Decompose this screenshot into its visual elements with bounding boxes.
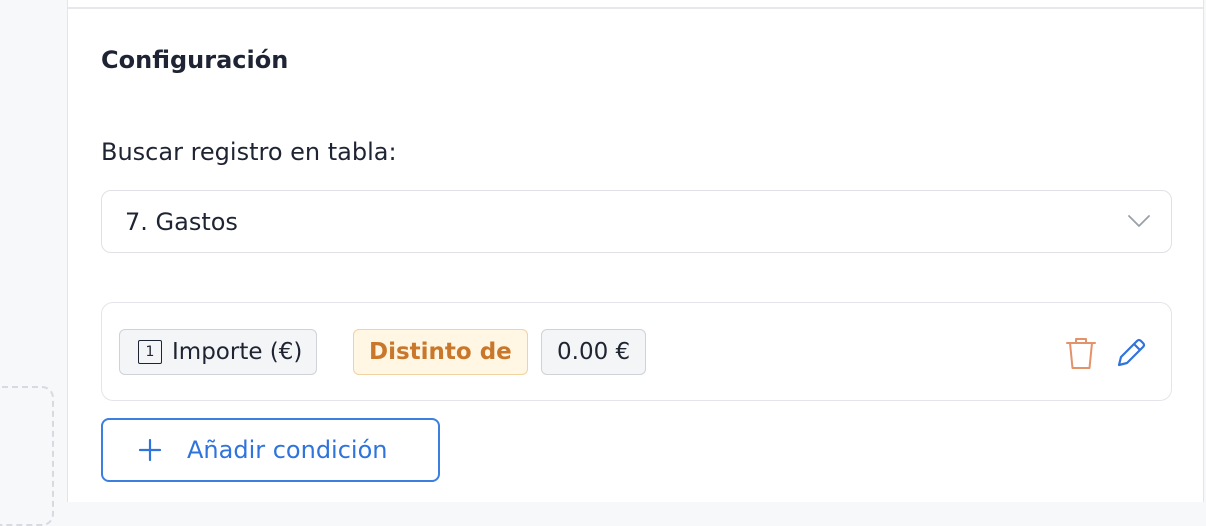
table-select[interactable]: 7. Gastos: [101, 190, 1172, 253]
chevron-down-icon: [1128, 215, 1150, 227]
condition-field-chip[interactable]: 1 Importe (€): [119, 329, 318, 375]
field-number-badge: 1: [138, 340, 162, 364]
dropzone-outline: [0, 386, 54, 526]
table-select-label: Buscar registro en tabla:: [101, 138, 397, 166]
edit-condition-button[interactable]: [1113, 333, 1149, 373]
condition-operator: Distinto de: [369, 339, 512, 365]
condition-value: 0.00 €: [557, 339, 631, 365]
pencil-icon: [1117, 338, 1146, 367]
panel-divider: [68, 7, 1203, 9]
trash-icon: [1066, 338, 1096, 369]
left-gutter: [0, 0, 68, 526]
add-condition-button[interactable]: Añadir condición: [101, 418, 440, 482]
plus-icon: [139, 439, 161, 461]
delete-condition-button[interactable]: [1063, 333, 1099, 373]
table-select-value: 7. Gastos: [125, 207, 238, 236]
add-condition-label: Añadir condición: [187, 436, 388, 464]
condition-operator-chip[interactable]: Distinto de: [353, 329, 528, 375]
condition-value-chip[interactable]: 0.00 €: [541, 329, 647, 375]
section-title: Configuración: [101, 46, 289, 74]
config-panel: Configuración Buscar registro en tabla: …: [67, 0, 1204, 502]
condition-row: 1 Importe (€) Distinto de 0.00 €: [101, 302, 1172, 401]
condition-field-name: Importe (€): [172, 339, 303, 365]
